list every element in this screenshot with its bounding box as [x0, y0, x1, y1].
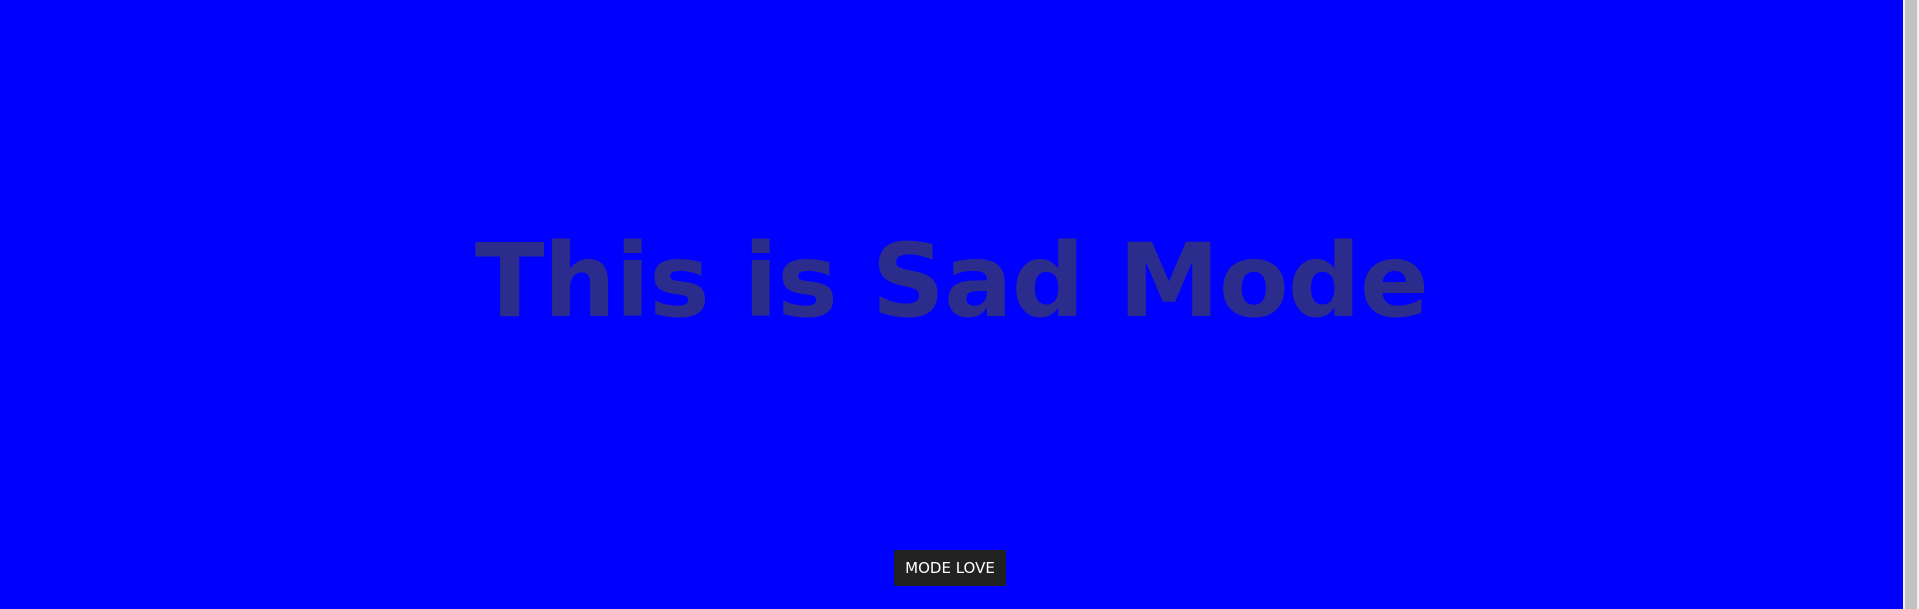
page-title: This is Sad Mode	[474, 222, 1429, 341]
mode-love-button[interactable]: MODE LOVE	[894, 550, 1006, 586]
scrollbar-thumb[interactable]	[1905, 0, 1917, 609]
vertical-scrollbar[interactable]	[1903, 0, 1919, 609]
page-background: This is Sad Mode MODE LOVE	[0, 0, 1903, 609]
